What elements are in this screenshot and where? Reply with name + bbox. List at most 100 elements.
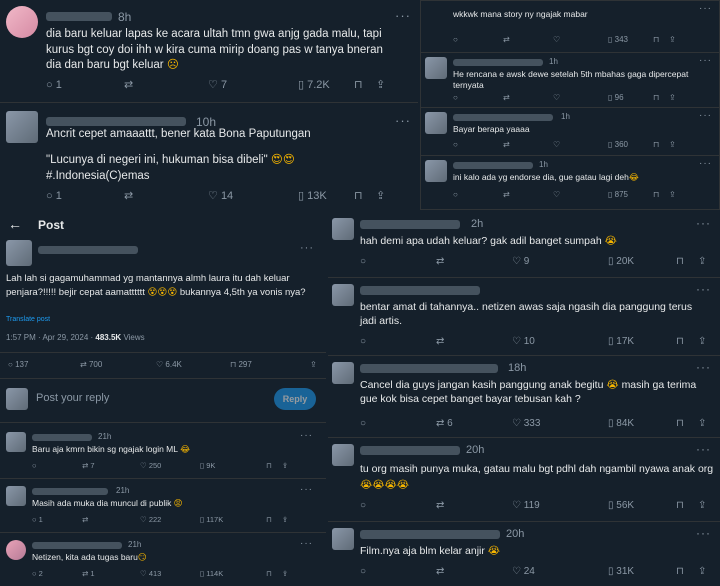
repost-action[interactable]: ⇄ 7: [82, 461, 140, 470]
like-action[interactable]: ♡: [553, 93, 608, 102]
tweet[interactable]: ··· bentar amat di tahannya.. netizen aw…: [328, 278, 720, 356]
share-action[interactable]: ⇪: [669, 190, 676, 199]
bookmark-action[interactable]: ⊓: [676, 500, 698, 511]
like-action[interactable]: ♡ 24: [512, 566, 608, 577]
views-action[interactable]: ▯ 343: [608, 35, 653, 44]
more-options-icon[interactable]: ···: [699, 3, 712, 14]
share-action[interactable]: ⇪: [669, 140, 676, 149]
share-action[interactable]: ⇪: [376, 189, 385, 202]
avatar[interactable]: [332, 444, 354, 466]
repost-action[interactable]: ⇄: [503, 35, 553, 44]
like-action[interactable]: ♡: [553, 190, 608, 199]
views-action[interactable]: ▯ 114K: [200, 569, 266, 578]
bookmark-action[interactable]: ⊓ 297: [230, 360, 310, 369]
translate-post-link[interactable]: Translate post: [6, 315, 50, 324]
avatar[interactable]: [332, 218, 354, 240]
like-action[interactable]: ♡ 413: [140, 569, 200, 578]
avatar[interactable]: [425, 112, 447, 134]
more-options-icon[interactable]: ···: [696, 360, 711, 374]
views-action[interactable]: ▯ 9K: [200, 461, 266, 470]
reply-input[interactable]: Post your reply: [36, 392, 109, 404]
views-action[interactable]: ▯ 56K: [608, 500, 676, 511]
reply-action[interactable]: ○: [453, 190, 503, 199]
more-options-icon[interactable]: ···: [300, 242, 314, 254]
bookmark-action[interactable]: ⊓: [354, 78, 376, 91]
comment[interactable]: 21h ··· Baru aja kmrn bikin sg ngajak lo…: [0, 430, 326, 476]
bookmark-action[interactable]: ⊓: [653, 190, 669, 199]
views-action[interactable]: ▯ 13K: [298, 189, 354, 203]
share-action[interactable]: ⇪: [698, 418, 706, 429]
bookmark-action[interactable]: ⊓: [676, 256, 698, 267]
hashtag[interactable]: #.Indonesia(C)emas: [46, 169, 150, 185]
repost-action[interactable]: ⇄: [436, 566, 512, 577]
reply-action[interactable]: ○: [360, 418, 436, 429]
avatar[interactable]: [6, 432, 26, 452]
bookmark-action[interactable]: ⊓: [266, 461, 282, 470]
repost-action[interactable]: ⇄: [436, 500, 512, 511]
avatar[interactable]: [6, 486, 26, 506]
share-action[interactable]: ⇪: [282, 461, 288, 470]
tweet[interactable]: 18h ··· Cancel dia guys jangan kasih pan…: [328, 356, 720, 438]
like-action[interactable]: ♡ 7: [208, 78, 298, 92]
more-options-icon[interactable]: ···: [696, 282, 711, 296]
repost-action[interactable]: ⇄: [124, 189, 208, 202]
more-options-icon[interactable]: ···: [696, 526, 711, 540]
comment[interactable]: 21h ··· Masih ada muka dia muncul di pub…: [0, 484, 326, 530]
like-action[interactable]: ♡ 14: [208, 189, 298, 203]
share-action[interactable]: ⇪: [698, 566, 706, 577]
tweet[interactable]: 10h ··· Ancrit cepet amaaattt, bener kat…: [0, 103, 418, 210]
reply-action[interactable]: ○: [360, 500, 436, 511]
tweet[interactable]: 1h ··· ini kalo ada yg endorse dia, gue …: [421, 156, 719, 209]
bookmark-action[interactable]: ⊓: [653, 93, 669, 102]
share-action[interactable]: ⇪: [282, 569, 288, 578]
views-action[interactable]: ▯ 84K: [608, 418, 676, 429]
more-options-icon[interactable]: ···: [395, 113, 411, 128]
tweet[interactable]: 2h ··· hah demi apa udah keluar? gak adi…: [328, 212, 720, 278]
reply-action[interactable]: ○: [360, 336, 436, 347]
repost-action[interactable]: ⇄ 6: [436, 418, 512, 429]
more-options-icon[interactable]: ···: [300, 430, 313, 441]
repost-action[interactable]: ⇄: [436, 256, 512, 267]
views-action[interactable]: ▯ 31K: [608, 566, 676, 577]
more-options-icon[interactable]: ···: [699, 110, 712, 121]
reply-action[interactable]: ○ 1: [46, 79, 124, 91]
like-action[interactable]: ♡ 9: [512, 256, 608, 267]
comment[interactable]: ··· 21h Netizen, kita ada tugas baru😏 ○ …: [0, 538, 326, 584]
bookmark-action[interactable]: ⊓: [676, 566, 698, 577]
bookmark-action[interactable]: ⊓: [676, 418, 698, 429]
like-action[interactable]: ♡ 222: [140, 515, 200, 524]
repost-action[interactable]: ⇄: [503, 140, 553, 149]
repost-action[interactable]: ⇄: [82, 515, 140, 524]
reply-action[interactable]: ○ 1: [32, 515, 82, 524]
views-action[interactable]: ▯ 117K: [200, 515, 266, 524]
tweet[interactable]: 1h ··· He rencana e awsk dewe setelah 5t…: [421, 53, 719, 108]
avatar[interactable]: [425, 57, 447, 79]
more-options-icon[interactable]: ···: [300, 538, 313, 549]
reply-action[interactable]: ○: [453, 35, 503, 44]
like-action[interactable]: ♡: [553, 35, 608, 44]
more-options-icon[interactable]: ···: [300, 484, 313, 495]
repost-action[interactable]: ⇄: [436, 336, 512, 347]
tweet[interactable]: wkkwk mana story ny ngajak mabar ··· ○ ⇄…: [421, 1, 719, 53]
avatar[interactable]: [6, 6, 38, 38]
more-options-icon[interactable]: ···: [395, 8, 411, 23]
tweet[interactable]: 20h ··· tu org masih punya muka, gatau m…: [328, 438, 720, 522]
tweet[interactable]: 1h ··· Bayar berapa yaaaa ○ ⇄ ♡ ▯ 360 ⊓ …: [421, 108, 719, 156]
bookmark-action[interactable]: ⊓: [653, 35, 669, 44]
reply-action[interactable]: ○ 1: [46, 190, 124, 202]
views-action[interactable]: ▯ 360: [608, 140, 653, 149]
like-action[interactable]: ♡: [553, 140, 608, 149]
share-action[interactable]: ⇪: [669, 93, 676, 102]
bookmark-action[interactable]: ⊓: [266, 569, 282, 578]
bookmark-action[interactable]: ⊓: [676, 336, 698, 347]
avatar[interactable]: [6, 111, 38, 143]
share-action[interactable]: ⇪: [376, 78, 385, 91]
share-action[interactable]: ⇪: [669, 35, 676, 44]
reply-button[interactable]: Reply: [274, 388, 316, 410]
reply-action[interactable]: ○ 137: [8, 360, 80, 369]
like-action[interactable]: ♡ 119: [512, 500, 608, 511]
views-action[interactable]: ▯ 96: [608, 93, 653, 102]
reply-action[interactable]: ○: [453, 140, 503, 149]
reply-action[interactable]: ○: [453, 93, 503, 102]
more-options-icon[interactable]: ···: [696, 442, 711, 456]
